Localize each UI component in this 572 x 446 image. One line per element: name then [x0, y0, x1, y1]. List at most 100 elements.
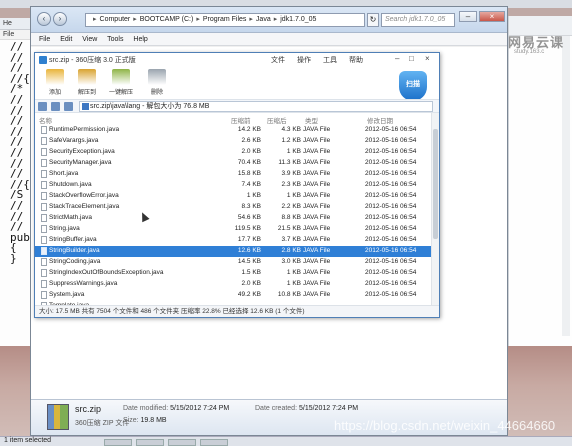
- cell-type: JAVA File: [303, 181, 331, 188]
- back-button[interactable]: ‹: [37, 12, 51, 26]
- taskbar-item[interactable]: [104, 439, 132, 446]
- one-click-extract-button[interactable]: 一键解压: [107, 69, 135, 96]
- chevron-right-icon[interactable]: ▸: [93, 16, 97, 23]
- forward-button[interactable]: ›: [53, 12, 67, 26]
- table-row[interactable]: SecurityException.java 2.0 KB 1 KB JAVA Fil…: [35, 147, 431, 158]
- cell-before: 2.0 KB: [241, 148, 261, 155]
- table-row[interactable]: StringCoding.java 14.5 KB 3.0 KB JAVA File 2…: [35, 257, 431, 268]
- extract-to-button[interactable]: 解压到: [73, 69, 101, 96]
- breadcrumb-item[interactable]: Java: [256, 16, 271, 23]
- table-row[interactable]: StrictMath.java 54.6 KB 8.8 KB JAVA File 201…: [35, 213, 431, 224]
- zip-menu-operate[interactable]: 操作: [297, 55, 311, 65]
- menu-file[interactable]: File: [39, 36, 50, 43]
- java-file-icon: [41, 181, 47, 189]
- zip-menu-file[interactable]: 文件: [271, 55, 285, 65]
- cell-date: 2012-05-16 06:54: [365, 181, 417, 188]
- view-mode-icon[interactable]: [51, 102, 60, 111]
- cell-date: 2012-05-16 06:54: [365, 236, 417, 243]
- up-folder-icon[interactable]: [38, 102, 47, 111]
- breadcrumb-item[interactable]: BOOTCAMP (C:): [140, 16, 194, 23]
- menu-view[interactable]: View: [82, 36, 97, 43]
- cell-after: 1 KB: [286, 269, 301, 276]
- list-view-icon[interactable]: [64, 102, 73, 111]
- cell-type: JAVA File: [303, 291, 331, 298]
- breadcrumb-item[interactable]: jdk1.7.0_05: [280, 16, 316, 23]
- table-row[interactable]: SecurityManager.java 70.4 KB 11.3 KB JAVA F…: [35, 158, 431, 169]
- java-file-icon: [41, 291, 47, 299]
- table-row[interactable]: StringIndexOutOfBoundsException.java 1.5 …: [35, 268, 431, 279]
- col-name[interactable]: 名称: [39, 115, 52, 125]
- table-row[interactable]: System.java 49.2 KB 10.8 KB JAVA File 2012-0…: [35, 290, 431, 301]
- cell-after: 8.8 KB: [281, 214, 301, 221]
- cell-date: 2012-05-16 06:54: [365, 137, 417, 144]
- cell-date: 2012-05-16 06:54: [365, 225, 417, 232]
- zip-minimize-button[interactable]: –: [395, 54, 399, 63]
- cell-type: JAVA File: [303, 280, 331, 287]
- zip-path-bar: src.zip\java\lang - 解包大小为 76.8 MB: [35, 99, 439, 113]
- address-bar[interactable]: ▸ Computer ▸ BOOTCAMP (C:) ▸ Program Files ▸ Ja…: [85, 13, 365, 27]
- scan-shield-button[interactable]: 扫描: [399, 71, 427, 101]
- minimize-button[interactable]: –: [459, 11, 477, 22]
- zip-menu-help[interactable]: 帮助: [349, 55, 363, 65]
- java-file-icon: [41, 214, 47, 222]
- cell-type: JAVA File: [303, 214, 331, 221]
- cell-after: 1 KB: [286, 192, 301, 199]
- table-row[interactable]: SafeVarargs.java 2.6 KB 1.2 KB JAVA File 201…: [35, 136, 431, 147]
- chevron-right-icon[interactable]: ▸: [274, 16, 278, 23]
- zip-close-button[interactable]: ×: [425, 54, 430, 63]
- col-date[interactable]: 修改日期: [367, 115, 393, 125]
- col-before[interactable]: 压缩前: [231, 115, 251, 125]
- taskbar-item[interactable]: [136, 439, 164, 446]
- details-file-name: src.zip: [75, 404, 102, 414]
- table-row[interactable]: SuppressWarnings.java 2.0 KB 1 KB JAVA File…: [35, 279, 431, 290]
- cell-before: 70.4 KB: [237, 159, 261, 166]
- close-button[interactable]: ×: [479, 11, 505, 22]
- zip-path-input[interactable]: src.zip\java\lang - 解包大小为 76.8 MB: [79, 101, 433, 112]
- table-row[interactable]: StackOverflowError.java 1 KB 1 KB JAVA File…: [35, 191, 431, 202]
- cell-name: StrictMath.java: [49, 214, 92, 221]
- zip-titlebar: src.zip - 360压缩 3.0 正式版 文件 操作 工具 帮助 – □ …: [35, 53, 439, 67]
- taskbar-item[interactable]: [200, 439, 228, 446]
- watermark-url: https://blog.csdn.net/weixin_44664660: [334, 418, 556, 433]
- zip-column-headers: 名称 压缩前 压缩后 类型 修改日期: [35, 113, 431, 125]
- cell-before: 54.6 KB: [237, 214, 261, 221]
- scrollbar-thumb[interactable]: [433, 129, 438, 239]
- breadcrumb-item[interactable]: Computer: [100, 16, 131, 23]
- add-button[interactable]: 添加: [41, 69, 69, 96]
- taskbar-item[interactable]: [168, 439, 196, 446]
- date-modified-value: 5/15/2012 7:24 PM: [170, 405, 230, 412]
- chevron-right-icon[interactable]: ▸: [133, 16, 137, 23]
- menu-help[interactable]: Help: [133, 36, 147, 43]
- search-input[interactable]: Search jdk1.7.0_05: [381, 13, 455, 27]
- cell-name: SecurityManager.java: [49, 159, 112, 166]
- delete-label: 删除: [150, 90, 163, 96]
- cell-before: 119.5 KB: [234, 225, 261, 232]
- table-row[interactable]: Shutdown.java 7.4 KB 2.3 KB JAVA File 2012-0…: [35, 180, 431, 191]
- delete-button[interactable]: 删除: [143, 69, 171, 96]
- chevron-right-icon[interactable]: ▸: [249, 16, 253, 23]
- zip-menu-tools[interactable]: 工具: [323, 55, 337, 65]
- col-type[interactable]: 类型: [305, 115, 318, 125]
- zip-vertical-scrollbar[interactable]: [431, 113, 439, 305]
- java-file-icon: [41, 126, 47, 134]
- java-file-icon: [41, 170, 47, 178]
- col-after[interactable]: 压缩后: [267, 115, 287, 125]
- menu-tools[interactable]: Tools: [107, 36, 123, 43]
- table-row[interactable]: StringBuffer.java 17.7 KB 3.7 KB JAVA File 2…: [35, 235, 431, 246]
- table-row[interactable]: StackTraceElement.java 8.3 KB 2.2 KB JAVA F…: [35, 202, 431, 213]
- breadcrumb-item[interactable]: Program Files: [203, 16, 247, 23]
- table-row[interactable]: StringBuilder.java 12.6 KB 2.8 KB JAVA File…: [35, 246, 431, 257]
- chevron-right-icon[interactable]: ▸: [196, 16, 200, 23]
- table-row[interactable]: String.java 119.5 KB 21.5 KB JAVA File 2012-…: [35, 224, 431, 235]
- cell-before: 14.2 KB: [237, 126, 261, 133]
- cell-type: JAVA File: [303, 236, 331, 243]
- menu-edit[interactable]: Edit: [60, 36, 72, 43]
- cell-name: StringBuffer.java: [49, 236, 97, 243]
- table-row[interactable]: Short.java 15.8 KB 3.9 KB JAVA File 2012-05-…: [35, 169, 431, 180]
- refresh-button[interactable]: ↻: [367, 13, 379, 27]
- table-row[interactable]: RuntimePermission.java 14.2 KB 4.3 KB JAVA …: [35, 125, 431, 136]
- cell-type: JAVA File: [303, 159, 331, 166]
- java-file-icon: [41, 137, 47, 145]
- right-window-scrollbar[interactable]: [562, 36, 570, 336]
- zip-maximize-button[interactable]: □: [409, 54, 414, 63]
